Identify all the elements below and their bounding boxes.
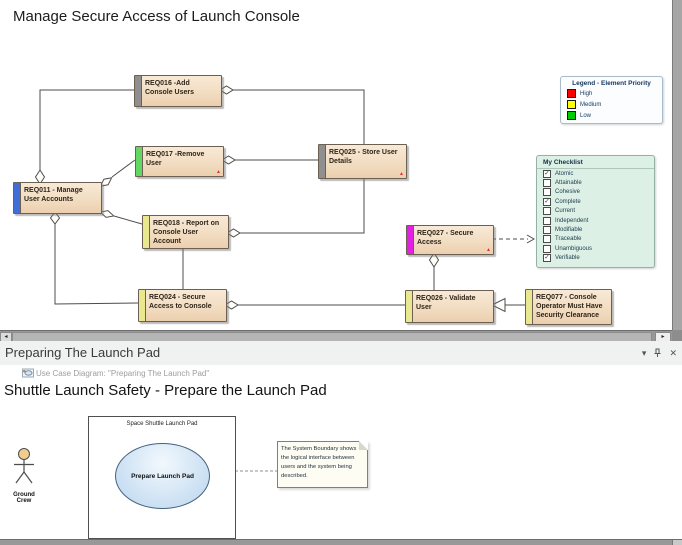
status-marker-icon: ▲ [486,248,491,253]
checkbox-icon[interactable] [543,170,551,178]
pin-icon[interactable] [653,348,662,358]
requirement-req017[interactable]: REQ017 -Remove User ▲ [135,146,224,177]
priority-bar [407,226,414,254]
bottom-panel-title: Preparing The Launch Pad [5,345,160,360]
requirement-label: REQ017 -Remove User [146,150,221,168]
checklist-item[interactable]: Attainable [537,178,654,187]
legend-item-medium: Medium [567,100,662,109]
checklist-item[interactable]: Independent [537,216,654,225]
requirement-req077[interactable]: REQ077 - Console Operator Must Have Secu… [525,289,612,325]
checklist-item[interactable]: Traceable [537,235,654,244]
priority-bar [526,290,533,324]
scrollbar-corner [672,540,682,545]
priority-bar [319,145,326,178]
titlebar-controls: ▾ ✕ [642,348,677,358]
note-text: The System Boundary shows the logical in… [281,445,363,481]
checklist-item[interactable]: Atomic [537,169,654,178]
checklist-item[interactable]: Modifiable [537,225,654,234]
checklist-panel[interactable]: My Checklist Atomic Attainable Cohesive … [536,155,655,268]
requirement-label: REQ018 - Report on Console User Account [153,219,226,246]
requirement-label: REQ024 - Secure Access to Console [149,293,224,311]
bottom-panel-titlebar[interactable]: Preparing The Launch Pad ▾ ✕ [0,341,682,365]
checklist-item[interactable]: Unambiguous [537,244,654,253]
legend-panel[interactable]: Legend - Element Priority High Medium Lo… [560,76,663,124]
requirement-label: REQ077 - Console Operator Must Have Secu… [536,293,609,320]
connector [40,90,134,170]
priority-bar [136,147,143,176]
requirement-label: REQ025 - Store User Details [329,148,404,166]
priority-medium-swatch-icon [567,100,576,109]
close-icon[interactable]: ✕ [669,349,677,358]
requirement-label: REQ011 - Manage User Accounts [24,186,99,204]
checkbox-icon[interactable] [543,179,551,187]
legend-item-high: High [567,89,662,98]
requirement-label: REQ026 - Validate User [416,294,491,312]
requirement-req026[interactable]: REQ026 - Validate User ▲ [405,290,494,323]
connector [55,224,138,304]
note-element[interactable]: The System Boundary shows the logical in… [277,441,368,488]
vertical-scrollbar[interactable] [672,0,682,330]
checklist-item[interactable]: Complete [537,197,654,206]
checkbox-icon[interactable] [543,207,551,215]
system-boundary-label: Space Shuttle Launch Pad [89,421,235,427]
priority-bar [135,76,142,106]
requirement-req018[interactable]: REQ018 - Report on Console User Account … [142,215,229,249]
scrollbar-corner [672,330,682,341]
status-marker-icon: ▲ [216,170,221,175]
connector [114,216,142,224]
actor-ground-crew[interactable]: Ground Crew [6,446,42,504]
checkbox-icon[interactable] [543,217,551,225]
breadcrumb[interactable]: Use Case Diagram: "Preparing The Launch … [36,369,209,378]
open-arrowhead-icon [527,235,534,243]
actor-stick-figure-icon [6,446,42,486]
requirement-label: REQ016 -Add Console Users [145,79,219,97]
connector [233,90,364,144]
requirements-diagram-panel: Manage Secure Access of Launch Console [0,0,672,330]
checklist-item[interactable]: Current [537,207,654,216]
requirement-req011[interactable]: REQ011 - Manage User Accounts ▲ [13,182,102,214]
legend-title: Legend - Element Priority [561,80,662,87]
priority-bar [143,216,150,248]
checkbox-icon[interactable] [543,188,551,196]
priority-low-swatch-icon [567,111,576,120]
bottom-horizontal-scrollbar[interactable] [0,539,682,545]
connector [112,160,135,177]
priority-bar [406,291,413,322]
aggregation-diamond-icon [430,253,439,267]
requirement-req024[interactable]: REQ024 - Secure Access to Console ▲ [138,289,227,322]
requirement-req027[interactable]: REQ027 - Secure Access ▲ [406,225,494,255]
connector [240,177,364,233]
actor-label: Ground Crew [6,492,42,504]
status-marker-icon: ▲ [399,172,404,177]
priority-bar [14,183,21,213]
checkbox-icon[interactable] [543,198,551,206]
priority-high-swatch-icon [567,89,576,98]
usecase-prepare-launch-pad[interactable]: Prepare Launch Pad [115,443,210,509]
usecase-label: Prepare Launch Pad [131,473,194,480]
requirement-req025[interactable]: REQ025 - Store User Details ▲ [318,144,407,179]
checklist-title: My Checklist [537,156,654,169]
usecase-diagram-icon [22,368,34,378]
legend-item-low: Low [567,111,662,120]
chevron-down-icon[interactable]: ▾ [642,349,647,358]
requirement-label: REQ027 - Secure Access [417,229,491,247]
checklist-item[interactable]: Cohesive [537,188,654,197]
priority-bar [139,290,146,321]
checkbox-icon[interactable] [543,245,551,253]
checkbox-icon[interactable] [543,235,551,243]
application-window: Manage Secure Access of Launch Console [0,0,682,545]
checklist-item[interactable]: Verifiable [537,254,654,263]
breadcrumb-row: Use Case Diagram: "Preparing The Launch … [0,365,682,380]
checkbox-icon[interactable] [543,254,551,262]
checkbox-icon[interactable] [543,226,551,234]
requirement-req016[interactable]: REQ016 -Add Console Users ▲ [134,75,222,107]
